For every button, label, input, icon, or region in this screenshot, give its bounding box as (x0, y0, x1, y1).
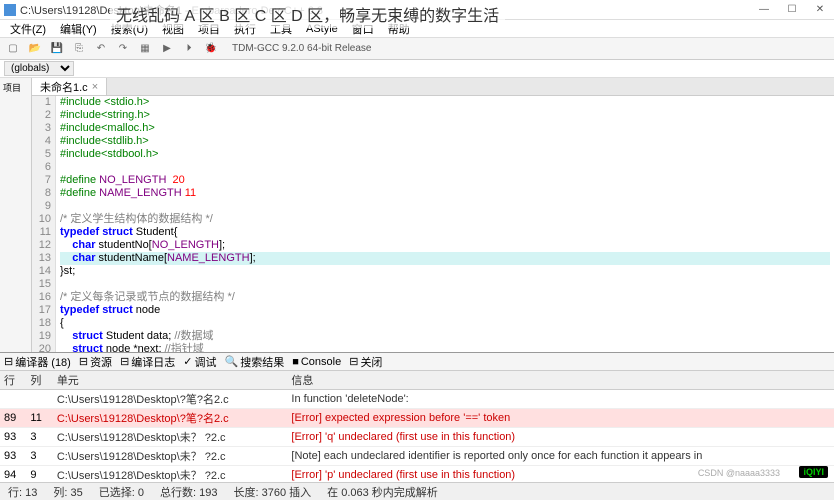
code-line[interactable]: #include<stdlib.h> (60, 135, 830, 148)
compiler-row[interactable]: 933C:\Users\19128\Desktop\未？ ?2.c[Error]… (0, 428, 834, 447)
project-panel: 项目 (0, 78, 32, 352)
compile-icon[interactable]: ▦ (136, 40, 154, 58)
compiler-panel: ⊟ 编译器 (18) ⊟ 资源 ⊟ 编译日志 ✓ 调试 🔍 搜索结果 ■ Con… (0, 352, 834, 482)
minimize-button[interactable]: — (754, 2, 774, 18)
compiler-row[interactable]: C:\Users\19128\Desktop\?笔?名2.cIn functio… (0, 390, 834, 409)
search-tab[interactable]: 🔍 搜索结果 (225, 354, 285, 370)
debug-tab[interactable]: ✓ 调试 (183, 354, 216, 370)
close-panel-tab[interactable]: ⊟ 关闭 (349, 354, 382, 370)
compiler-row[interactable]: 8911C:\Users\19128\Desktop\?笔?名2.c[Error… (0, 409, 834, 428)
code-line[interactable]: char studentNo[NO_LENGTH]; (60, 239, 830, 252)
code-editor[interactable]: 1234567891011121314151617181920212223242… (32, 96, 834, 352)
compilelog-tab[interactable]: ⊟ 编译日志 (120, 354, 175, 370)
code-line[interactable]: typedef struct node (60, 304, 830, 317)
compiler-table[interactable]: 行列单元信息 C:\Users\19128\Desktop\?笔?名2.cIn … (0, 371, 834, 482)
globals-bar: (globals) (0, 60, 834, 78)
code-line[interactable] (60, 278, 830, 291)
iqiyi-watermark: iQIYI (799, 466, 828, 478)
resources-tab[interactable]: ⊟ 资源 (79, 354, 112, 370)
code-line[interactable]: #include<string.h> (60, 109, 830, 122)
compilerun-icon[interactable]: ⏵ (180, 40, 198, 58)
code-line[interactable]: { (60, 317, 830, 330)
code-line[interactable]: struct Student data; //数据域 (60, 330, 830, 343)
open-icon[interactable]: 📂 (26, 40, 44, 58)
csdn-watermark: CSDN @naaaa3333 (698, 468, 780, 478)
redo-icon[interactable]: ↷ (114, 40, 132, 58)
debug-icon[interactable]: 🐞 (202, 40, 220, 58)
menu-item[interactable]: 编辑(Y) (54, 21, 103, 37)
globals-dropdown[interactable]: (globals) (4, 61, 74, 76)
code-line[interactable]: char studentName[NAME_LENGTH]; (60, 252, 830, 265)
saveall-icon[interactable]: ⎘ (70, 40, 88, 58)
code-line[interactable]: typedef struct Student{ (60, 226, 830, 239)
compiler-info: TDM-GCC 9.2.0 64-bit Release (224, 43, 372, 54)
code-line[interactable]: }st; (60, 265, 830, 278)
code-line[interactable]: /* 定义学生结构体的数据结构 */ (60, 213, 830, 226)
maximize-button[interactable]: ☐ (782, 2, 802, 18)
compiler-tab[interactable]: ⊟ 编译器 (18) (4, 354, 71, 370)
overlay-text: 无线乱码 A 区 B 区 C 区 D 区，畅享无束缚的数字生活 (110, 0, 505, 28)
console-tab[interactable]: ■ Console (292, 356, 341, 368)
close-tab-icon[interactable]: × (92, 81, 98, 93)
file-tab-active[interactable]: 未命名1.c × (32, 78, 107, 95)
code-line[interactable]: #include<stdbool.h> (60, 148, 830, 161)
code-line[interactable]: /* 定义每条记录或节点的数据结构 */ (60, 291, 830, 304)
code-line[interactable]: struct node *next; //指针域 (60, 343, 830, 352)
compiler-row[interactable]: 933C:\Users\19128\Desktop\未？ ?2.c[Note] … (0, 447, 834, 466)
code-line[interactable] (60, 200, 830, 213)
project-tab[interactable]: 项目 (2, 80, 22, 95)
new-icon[interactable]: ▢ (4, 40, 22, 58)
code-line[interactable]: #define NO_LENGTH 20 (60, 174, 830, 187)
file-tabs: 未命名1.c × (32, 78, 834, 96)
code-line[interactable] (60, 161, 830, 174)
app-icon (4, 4, 16, 16)
code-line[interactable]: #define NAME_LENGTH 11 (60, 187, 830, 200)
run-icon[interactable]: ▶ (158, 40, 176, 58)
close-button[interactable]: ✕ (810, 2, 830, 18)
menu-item[interactable]: 文件(Z) (4, 21, 52, 37)
statusbar: 行: 13 列: 35 已选择: 0 总行数: 193 长度: 3760 插入 … (0, 482, 834, 500)
code-line[interactable]: #include<malloc.h> (60, 122, 830, 135)
undo-icon[interactable]: ↶ (92, 40, 110, 58)
toolbar: ▢ 📂 💾 ⎘ ↶ ↷ ▦ ▶ ⏵ 🐞 TDM-GCC 9.2.0 64-bit… (0, 38, 834, 60)
save-icon[interactable]: 💾 (48, 40, 66, 58)
code-line[interactable]: #include <stdio.h> (60, 96, 830, 109)
